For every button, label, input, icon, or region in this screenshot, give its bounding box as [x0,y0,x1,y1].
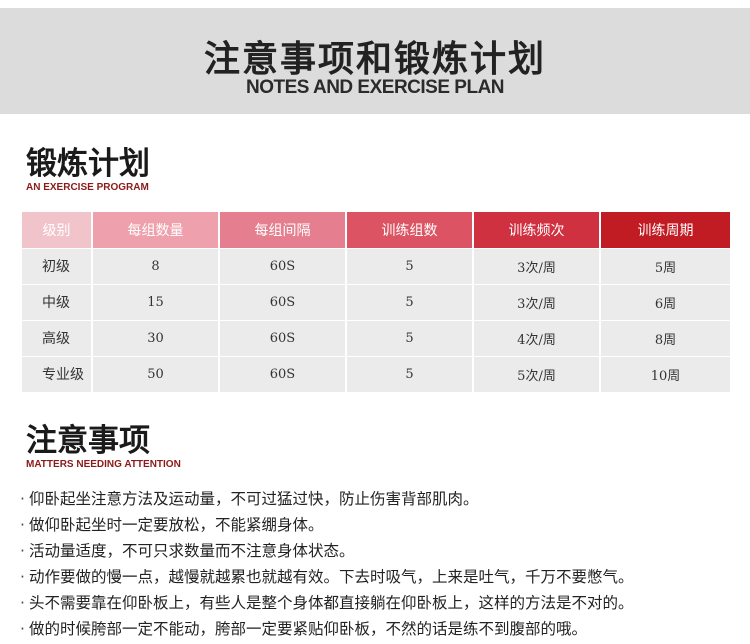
bullet-icon: · [20,542,25,560]
table-cell: 60S [219,319,347,356]
column-header: 每组间隔 [219,212,347,248]
column-header: 训练周期 [600,212,730,248]
header-banner: 注意事项和锻炼计划 NOTES AND EXERCISE PLAN [0,8,750,114]
table-cell: 5 [346,247,474,284]
note-text: 活动量适度，不可只求数量而不注意身体状态。 [28,542,355,560]
list-item: · 活动量适度，不可只求数量而不注意身体状态。 [20,538,748,564]
notes-section-title: 注意事项 [26,423,150,459]
list-item: · 做的时候胯部一定不能动，胯部一定要紧贴仰卧板，不然的话是练不到腹部的哦。 [20,616,748,642]
banner-title: 注意事项和锻炼计划 [203,39,546,80]
table-cell: 3次/周 [473,247,601,284]
table-cell: 60S [219,355,347,392]
list-item: · 头不需要靠在仰卧板上，有些人是整个身体都直接躺在仰卧板上，这样的方法是不对的。 [20,590,748,616]
level-cell: 中级 [22,283,93,320]
exercise-plan-table: 级别 每组数量 每组间隔 训练组数 训练频次 训练周期 初级 8 60S 5 3… [22,212,730,392]
level-cell: 初级 [22,247,93,284]
column-header: 每组数量 [92,212,220,248]
level-cell: 专业级 [22,355,93,392]
table-cell: 60S [219,283,347,320]
table-cell: 5 [346,319,474,356]
table-row: 初级 8 60S 5 3次/周 5周 [22,247,730,284]
table-cell: 60S [219,247,347,284]
table-header-row: 级别 每组数量 每组间隔 训练组数 训练频次 训练周期 [22,212,730,248]
list-item: · 做仰卧起坐时一定要放松，不能紧绷身体。 [20,512,748,538]
table-cell: 10周 [600,355,730,392]
notes-section-subtitle: MATTERS NEEDING ATTENTION [26,459,181,470]
table-cell: 3次/周 [473,283,601,320]
table-cell: 4次/周 [473,319,601,356]
level-cell: 高级 [22,319,93,356]
table-row: 中级 15 60S 5 3次/周 6周 [22,283,730,320]
table-cell: 5 [346,283,474,320]
note-text: 头不需要靠在仰卧板上，有些人是整个身体都直接躺在仰卧板上，这样的方法是不对的。 [28,594,634,612]
column-header: 训练频次 [473,212,601,248]
plan-section-subtitle: AN EXERCISE PROGRAM [26,182,149,193]
bullet-icon: · [20,620,25,638]
table-cell: 8周 [600,319,730,356]
table-cell: 50 [92,355,220,392]
banner-subtitle: NOTES AND EXERCISE PLAN [245,77,505,98]
plan-section-title: 锻炼计划 [26,146,150,182]
table-cell: 8 [92,247,220,284]
table-cell: 15 [92,283,220,320]
list-item: · 仰卧起坐注意方法及运动量，不可过猛过快，防止伤害背部肌肉。 [20,486,748,512]
column-header: 训练组数 [346,212,474,248]
note-text: 做的时候胯部一定不能动，胯部一定要紧贴仰卧板，不然的话是练不到腹部的哦。 [28,620,587,638]
column-header: 级别 [22,212,93,248]
table-cell: 30 [92,319,220,356]
bullet-icon: · [20,516,25,534]
note-text: 仰卧起坐注意方法及运动量，不可过猛过快，防止伤害背部肌肉。 [28,490,479,508]
table-cell: 6周 [600,283,730,320]
note-text: 做仰卧起坐时一定要放松，不能紧绷身体。 [28,516,324,534]
table-row: 高级 30 60S 5 4次/周 8周 [22,319,730,356]
note-text: 动作要做的慢一点，越慢就越累也就越有效。下去时吸气，上来是吐气，千万不要憋气。 [28,568,634,586]
bullet-icon: · [20,594,25,612]
table-cell: 5次/周 [473,355,601,392]
notes-list: · 仰卧起坐注意方法及运动量，不可过猛过快，防止伤害背部肌肉。 · 做仰卧起坐时一定… [20,486,748,642]
table-cell: 5 [346,355,474,392]
table-cell: 5周 [600,247,730,284]
bullet-icon: · [20,490,25,508]
bullet-icon: · [20,568,25,586]
list-item: · 动作要做的慢一点，越慢就越累也就越有效。下去时吸气，上来是吐气，千万不要憋气。 [20,564,748,590]
table-row: 专业级 50 60S 5 5次/周 10周 [22,355,730,392]
